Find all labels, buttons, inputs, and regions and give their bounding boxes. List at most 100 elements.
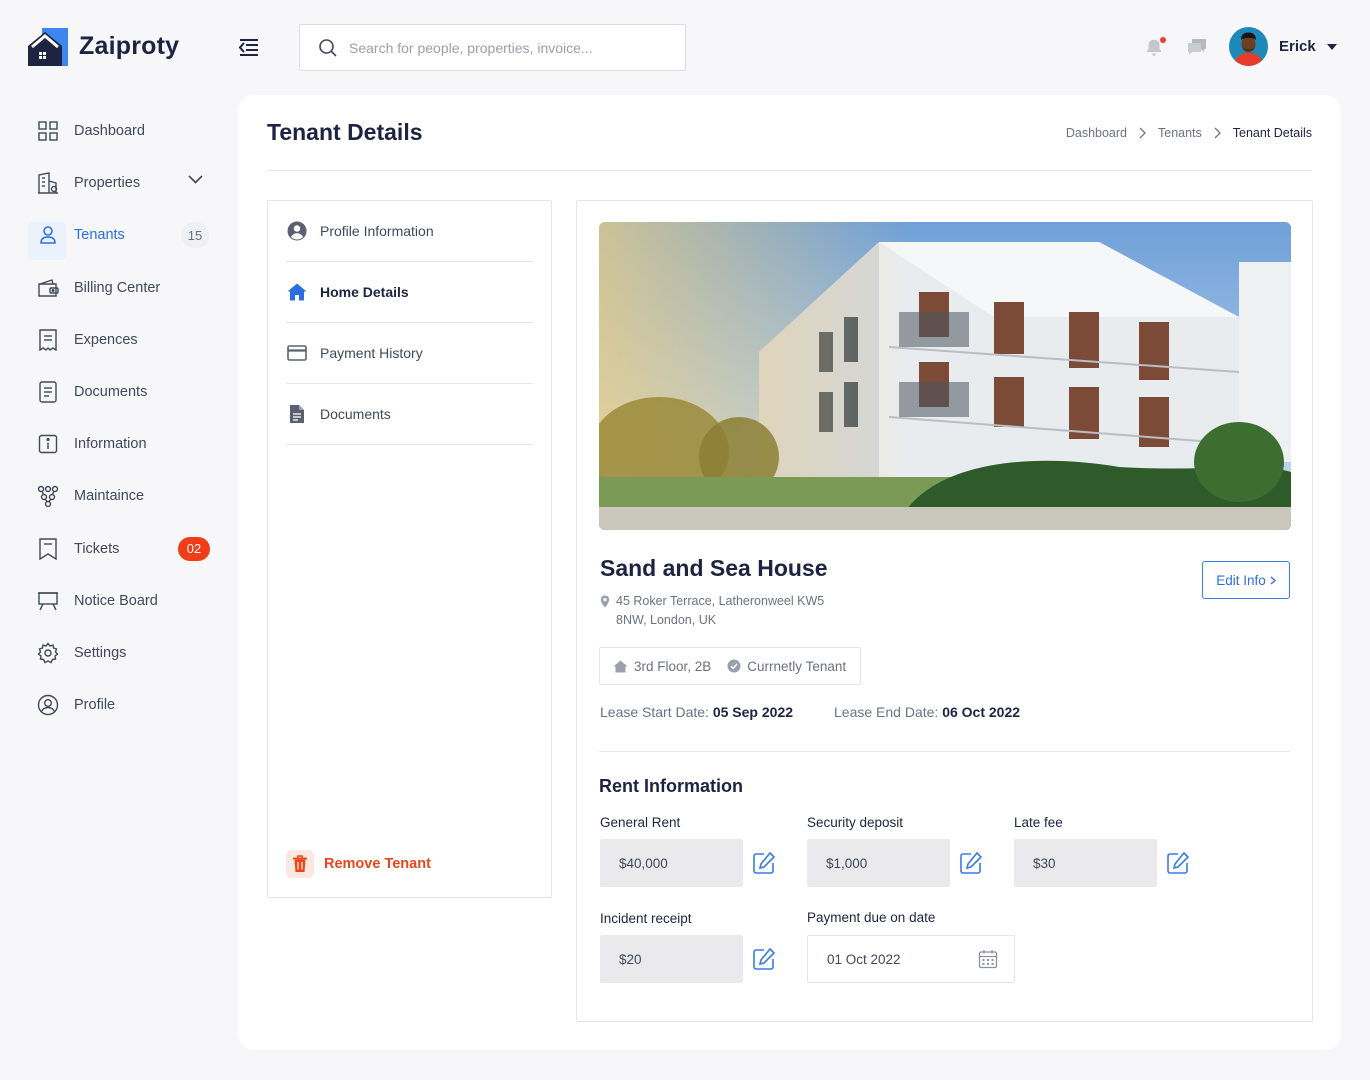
general-rent-field[interactable]: $40,000 bbox=[600, 839, 743, 887]
tenant-count-badge: 15 bbox=[181, 222, 209, 249]
tab-home-details[interactable]: Home Details bbox=[286, 262, 533, 323]
sidebar-item-label: Billing Center bbox=[74, 279, 161, 296]
property-tags: 3rd Floor, 2B Currnetly Tenant bbox=[599, 647, 862, 685]
tab-label: Payment History bbox=[320, 345, 423, 361]
calendar-icon[interactable] bbox=[978, 949, 998, 969]
grid-icon bbox=[37, 120, 59, 142]
payment-due-date-value: 01 Oct 2022 bbox=[827, 951, 901, 967]
board-icon bbox=[37, 590, 59, 612]
sidebar-item-tickets[interactable]: Tickets 02 bbox=[28, 530, 213, 568]
edit-icon[interactable] bbox=[1166, 851, 1190, 875]
wallet-icon bbox=[37, 277, 59, 299]
user-circle-icon bbox=[286, 221, 308, 241]
address-line-1: 45 Roker Terrace, Latheronweel KW5 bbox=[616, 594, 825, 608]
sidebar-item-properties[interactable]: Properties bbox=[28, 164, 213, 202]
incident-receipt-field[interactable]: $20 bbox=[600, 935, 743, 983]
sidebar-item-billing-center[interactable]: Billing Center bbox=[28, 269, 213, 307]
sidebar-item-documents[interactable]: Documents bbox=[28, 373, 213, 411]
user-menu[interactable]: Erick bbox=[1229, 27, 1337, 66]
receipt-icon bbox=[37, 329, 59, 351]
edit-icon[interactable] bbox=[959, 851, 983, 875]
page-title: Tenant Details bbox=[267, 119, 423, 145]
sidebar-item-settings[interactable]: Settings bbox=[28, 634, 213, 672]
address-line-2: 8NW, London, UK bbox=[616, 613, 717, 627]
user-name: Erick bbox=[1279, 38, 1316, 55]
user-icon bbox=[37, 224, 59, 246]
sidebar-item-information[interactable]: Information bbox=[28, 425, 213, 463]
sidebar-item-maintaince[interactable]: Maintaince bbox=[28, 477, 213, 515]
breadcrumb-link-dashboard[interactable]: Dashboard bbox=[1066, 126, 1127, 140]
search-icon bbox=[318, 38, 338, 58]
sidebar-item-profile[interactable]: Profile bbox=[28, 686, 213, 724]
messages-button[interactable] bbox=[1185, 36, 1209, 58]
lease-end-label: Lease End Date: bbox=[834, 704, 939, 720]
sidebar-item-notice-board[interactable]: Notice Board bbox=[28, 582, 213, 620]
edit-info-button[interactable]: Edit Info bbox=[1202, 561, 1290, 599]
sidebar-item-label: Expences bbox=[74, 331, 138, 348]
notifications-button[interactable] bbox=[1143, 36, 1166, 58]
lease-end-value: 06 Oct 2022 bbox=[942, 704, 1021, 720]
sidebar-item-label: Information bbox=[74, 436, 147, 453]
breadcrumb-current: Tenant Details bbox=[1232, 126, 1312, 140]
status-badge: Currnetly Tenant bbox=[727, 659, 846, 674]
document-icon bbox=[37, 381, 59, 403]
lease-end: Lease End Date: 06 Oct 2022 bbox=[834, 704, 1020, 720]
divider bbox=[267, 170, 1312, 171]
lease-start-value: 05 Sep 2022 bbox=[712, 704, 794, 720]
sidebar: Dashboard Properties Tenants 15 Billing … bbox=[28, 112, 213, 738]
sidebar-item-label: Tickets bbox=[74, 540, 120, 557]
breadcrumb-link-tenants[interactable]: Tenants bbox=[1158, 126, 1202, 140]
property-address: 45 Roker Terrace, Latheronweel KW5 8NW, … bbox=[600, 592, 846, 630]
tab-label: Profile Information bbox=[320, 223, 434, 239]
chat-icon bbox=[1185, 36, 1209, 58]
sidebar-item-dashboard[interactable]: Dashboard bbox=[28, 112, 213, 150]
lease-start: Lease Start Date: 05 Sep 2022 bbox=[600, 704, 793, 720]
remove-tenant-button[interactable]: Remove Tenant bbox=[286, 850, 431, 878]
chevron-down-icon[interactable] bbox=[188, 175, 203, 184]
home-details-panel: Sand and Sea House Edit Info 45 Roker Te… bbox=[576, 200, 1313, 1022]
divider bbox=[599, 751, 1290, 752]
sidebar-item-label: Properties bbox=[74, 175, 141, 192]
status-text: Currnetly Tenant bbox=[747, 658, 847, 674]
hierarchy-icon bbox=[37, 485, 59, 508]
search-input[interactable] bbox=[349, 39, 659, 56]
sidebar-item-label: Documents bbox=[74, 383, 148, 400]
incident-receipt-label: Incident receipt bbox=[600, 911, 692, 926]
tab-payment-history[interactable]: Payment History bbox=[286, 323, 533, 384]
menu-toggle-icon[interactable] bbox=[238, 37, 262, 59]
caret-down-icon bbox=[1326, 43, 1337, 50]
sidebar-item-label: Tenants bbox=[74, 227, 125, 244]
late-fee-field[interactable]: $30 bbox=[1014, 839, 1157, 887]
home-icon bbox=[286, 283, 308, 301]
sidebar-item-label: Settings bbox=[74, 644, 127, 661]
avatar bbox=[1229, 27, 1268, 66]
edit-icon[interactable] bbox=[752, 947, 776, 971]
trash-icon bbox=[286, 850, 314, 878]
property-photo bbox=[599, 222, 1291, 530]
payment-due-date-picker[interactable]: 01 Oct 2022 bbox=[807, 935, 1015, 983]
ticket-icon bbox=[37, 537, 59, 560]
credit-card-icon bbox=[286, 345, 308, 361]
lease-start-label: Lease Start Date: bbox=[600, 704, 709, 720]
sidebar-item-label: Dashboard bbox=[74, 123, 145, 139]
gear-icon bbox=[37, 642, 59, 664]
edit-icon[interactable] bbox=[752, 851, 776, 875]
chevron-right-icon bbox=[1270, 576, 1276, 585]
security-deposit-field[interactable]: $1,000 bbox=[807, 839, 950, 887]
info-icon bbox=[37, 433, 59, 455]
sidebar-item-label: Profile bbox=[74, 697, 116, 714]
sidebar-item-expences[interactable]: Expences bbox=[28, 321, 213, 359]
breadcrumb: Dashboard Tenants Tenant Details bbox=[1066, 126, 1312, 140]
file-icon bbox=[286, 404, 308, 424]
main-content: Tenant Details Dashboard Tenants Tenant … bbox=[238, 95, 1341, 1050]
tab-profile-information[interactable]: Profile Information bbox=[286, 201, 533, 262]
chevron-right-icon bbox=[1139, 127, 1146, 139]
remove-tenant-label: Remove Tenant bbox=[324, 856, 431, 872]
general-rent-label: General Rent bbox=[600, 815, 681, 830]
edit-info-label: Edit Info bbox=[1216, 572, 1266, 588]
chevron-right-icon bbox=[1214, 127, 1221, 139]
tab-documents[interactable]: Documents bbox=[286, 384, 533, 445]
search-bar[interactable] bbox=[299, 24, 686, 71]
sidebar-item-tenants[interactable]: Tenants 15 bbox=[28, 216, 213, 254]
brand-logo[interactable]: Zaiproty bbox=[28, 26, 179, 66]
